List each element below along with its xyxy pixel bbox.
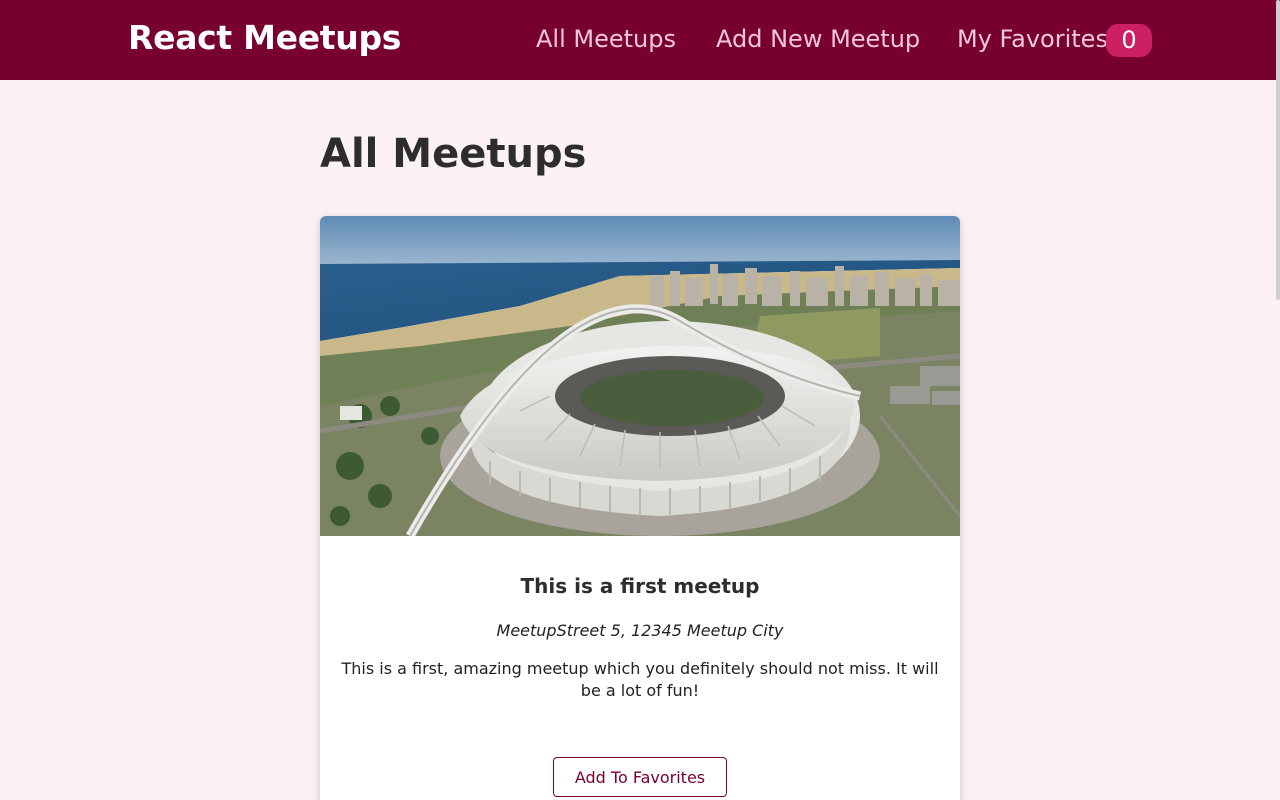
page-scrollbar[interactable]: [1276, 0, 1280, 300]
nav-link-add-new-meetup[interactable]: Add New Meetup: [716, 25, 920, 53]
meetup-description: This is a first, amazing meetup which yo…: [341, 659, 939, 700]
meetup-card: This is a first meetup MeetupStreet 5, 1…: [320, 216, 960, 800]
meetup-image: [320, 216, 960, 536]
nav-link-my-favorites[interactable]: My Favorites: [957, 25, 1108, 53]
meetup-title: This is a first meetup: [520, 574, 760, 598]
favorites-count-badge[interactable]: 0: [1106, 24, 1152, 57]
page-title: All Meetups: [320, 131, 587, 177]
add-to-favorites-button[interactable]: Add To Favorites: [553, 757, 727, 797]
app-logo[interactable]: React Meetups: [128, 18, 401, 57]
nav-link-all-meetups[interactable]: All Meetups: [536, 25, 676, 53]
main-header: React Meetups All Meetups Add New Meetup…: [0, 0, 1280, 80]
meetup-address: MeetupStreet 5, 12345 Meetup City: [496, 621, 784, 640]
